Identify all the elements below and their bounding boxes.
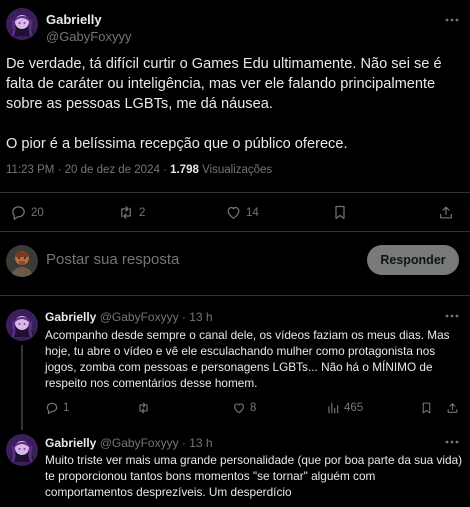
like-count: 14: [246, 206, 259, 219]
reply-icon: [10, 204, 27, 221]
author-name[interactable]: Gabrielly: [46, 12, 102, 27]
composer-avatar[interactable]: [6, 245, 38, 277]
views-count: 465: [344, 402, 364, 414]
reply-time[interactable]: · 13 h: [182, 310, 213, 324]
reply-tweet[interactable]: Gabrielly @GabyFoxyyy · 13 h Acompanho d…: [0, 300, 470, 430]
reply-button[interactable]: Responder: [367, 245, 459, 275]
more-icon[interactable]: [442, 10, 462, 30]
heart-icon: [225, 204, 242, 221]
tweet-meta: 11:23 PM · 20 de dez de 2024 · 1.798 Vis…: [6, 164, 272, 176]
reply-header: Gabrielly @GabyFoxyyy · 13 h: [45, 310, 213, 324]
author-handle[interactable]: @GabyFoxyyy: [46, 29, 131, 44]
divider: [0, 192, 470, 193]
reply-time[interactable]: · 13 h: [182, 436, 213, 450]
reply-count: 20: [31, 206, 44, 219]
tweet-text: De verdade, tá difícil curtir o Games Ed…: [6, 54, 464, 174]
reply-icon: [45, 401, 59, 415]
reply-text: Muito triste ver mais uma grande persona…: [45, 453, 463, 499]
heart-icon: [232, 401, 246, 415]
like-action[interactable]: 14: [225, 204, 259, 221]
reply-tweet[interactable]: Gabrielly @GabyFoxyyy · 13 h Muito trist…: [0, 430, 470, 507]
author-handle[interactable]: @GabyFoxyyy: [100, 310, 179, 324]
share-action[interactable]: [446, 401, 459, 415]
reply-count: 1: [63, 402, 70, 414]
avatar[interactable]: [6, 8, 38, 40]
retweet-icon: [117, 204, 135, 221]
divider: [0, 231, 470, 232]
reply-action[interactable]: 1: [45, 401, 69, 415]
views-count: 1.798: [170, 164, 199, 176]
more-icon[interactable]: [444, 308, 460, 324]
tweet-paragraph: O pior é a belíssima recepção que o públ…: [6, 136, 348, 152]
bookmark-action[interactable]: [420, 401, 433, 415]
divider: [0, 295, 470, 296]
author-name[interactable]: Gabrielly: [45, 436, 96, 450]
author-handle[interactable]: @GabyFoxyyy: [100, 436, 179, 450]
bookmark-icon: [420, 401, 433, 415]
tweet-paragraph: De verdade, tá difícil curtir o Games Ed…: [6, 56, 442, 112]
views-action[interactable]: 465: [326, 401, 363, 415]
avatar[interactable]: [6, 434, 38, 466]
reply-input[interactable]: Postar sua resposta: [46, 251, 179, 268]
retweet-action[interactable]: 2: [117, 204, 145, 221]
retweet-action[interactable]: [136, 401, 155, 415]
bookmark-action[interactable]: [332, 204, 348, 221]
like-count: 8: [250, 402, 257, 414]
retweet-count: 2: [139, 206, 146, 219]
like-action[interactable]: 8: [232, 401, 256, 415]
tweet-header: Gabrielly @GabyFoxyyy: [6, 8, 464, 44]
bookmark-icon: [332, 204, 348, 221]
share-icon: [438, 204, 454, 221]
reply-header: Gabrielly @GabyFoxyyy · 13 h: [45, 436, 213, 450]
tweet-actions: 20 2 14: [0, 194, 470, 230]
retweet-icon: [136, 401, 151, 415]
avatar[interactable]: [6, 309, 38, 341]
more-icon[interactable]: [444, 434, 460, 450]
share-action[interactable]: [438, 204, 454, 221]
thread-line: [21, 345, 23, 430]
views-icon: [326, 401, 340, 415]
timestamp[interactable]: 11:23 PM · 20 de dez de 2024 ·: [6, 164, 170, 176]
author-name[interactable]: Gabrielly: [45, 310, 96, 324]
reply-action[interactable]: 20: [10, 204, 44, 221]
reply-text: Acompanho desde sempre o canal dele, os …: [45, 328, 450, 390]
views-label: Visualizações: [198, 164, 273, 176]
share-icon: [446, 401, 459, 415]
